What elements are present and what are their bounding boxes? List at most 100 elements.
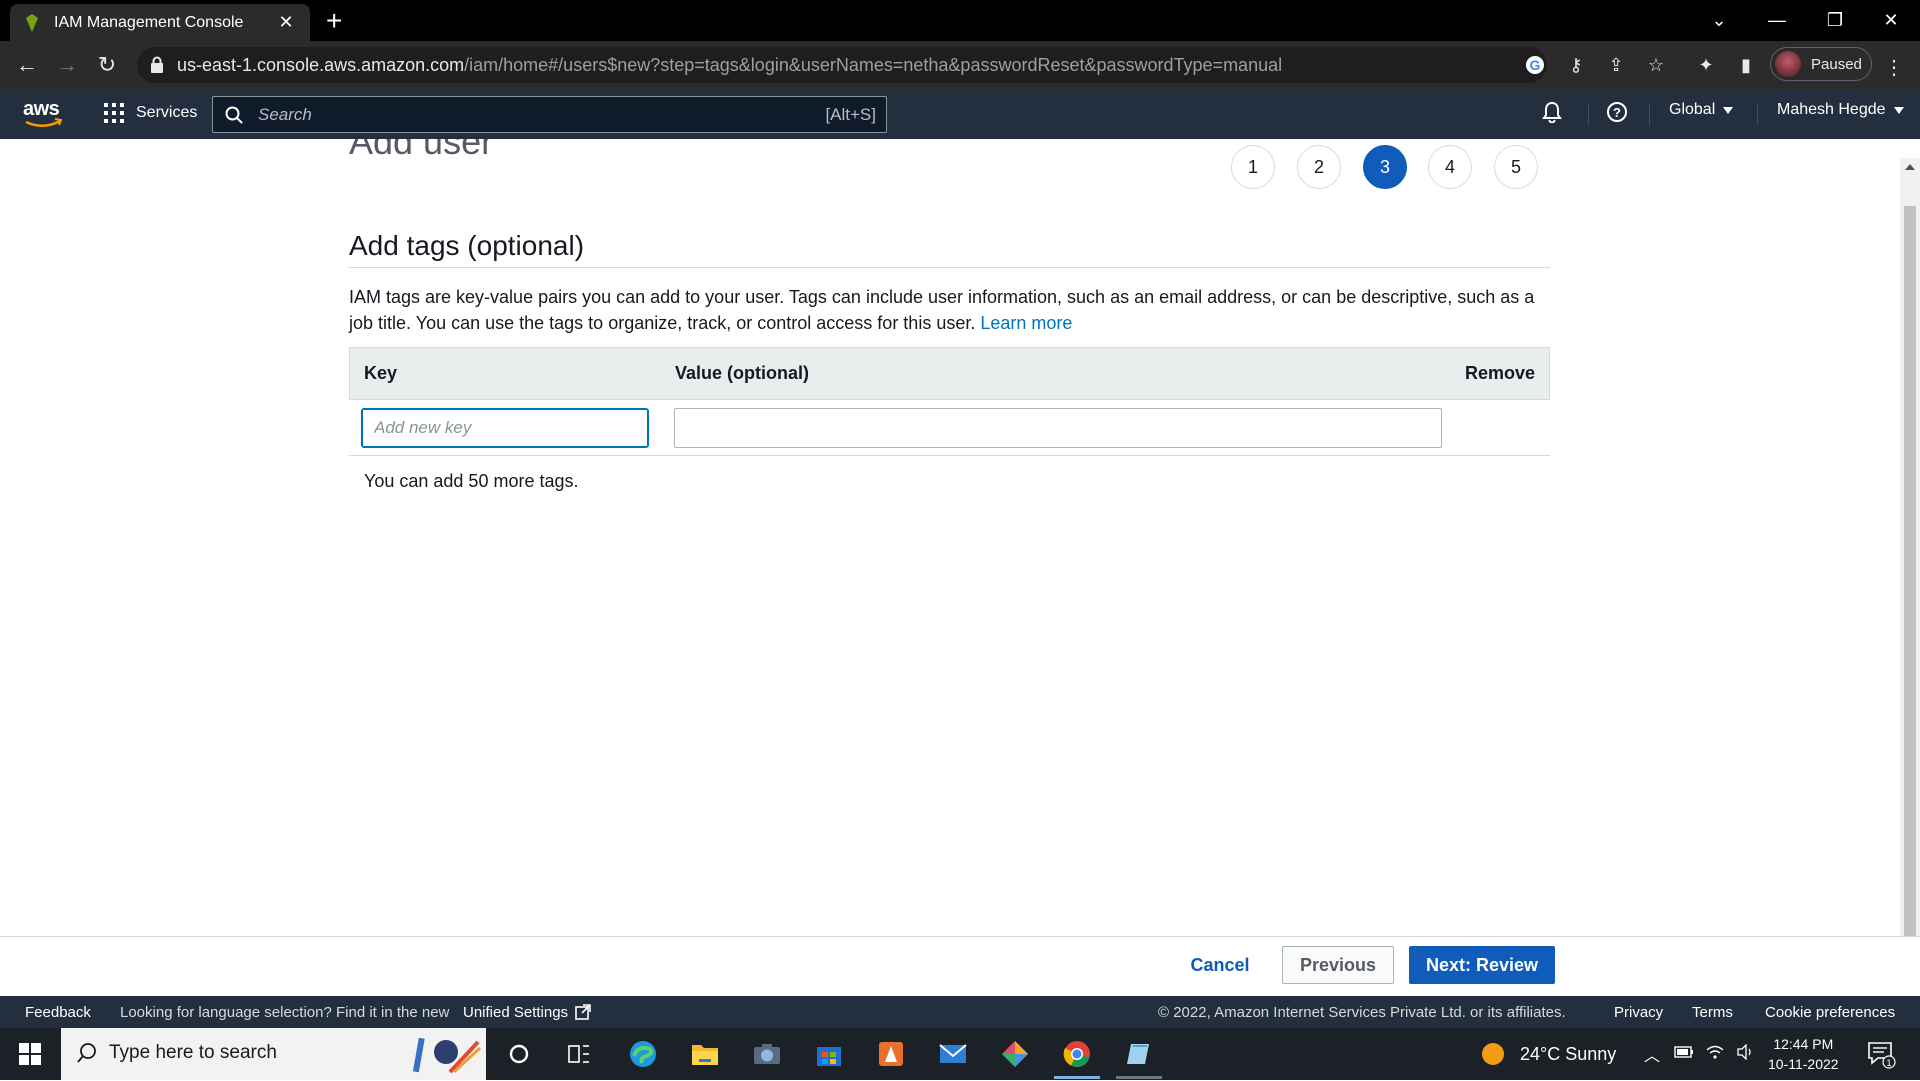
- chevron-up-icon[interactable]: ︿: [1644, 1042, 1660, 1066]
- svg-text:?: ?: [1613, 105, 1621, 120]
- minimize-button[interactable]: —: [1748, 0, 1806, 41]
- tag-key-input[interactable]: [361, 408, 649, 448]
- col-key: Key: [364, 363, 398, 383]
- aws-logo[interactable]: aws: [22, 98, 64, 130]
- wizard-step-4[interactable]: 4: [1428, 145, 1472, 189]
- privacy-link[interactable]: Privacy: [1614, 1004, 1663, 1021]
- extensions-icon[interactable]: ✦: [1694, 53, 1718, 77]
- tray-icons: ︿: [1644, 1028, 1754, 1080]
- tags-description: IAM tags are key-value pairs you can add…: [349, 287, 1535, 333]
- page-title: Add user: [349, 139, 494, 162]
- browser-menu-icon[interactable]: ⋮: [1884, 55, 1904, 80]
- windows-taskbar: Type here to search 24°C Sunny ︿ 12:44 P…: [0, 1028, 1920, 1080]
- scrollbar-thumb[interactable]: [1904, 206, 1916, 936]
- cookie-preferences-link[interactable]: Cookie preferences: [1765, 1004, 1895, 1021]
- language-prompt: Looking for language selection? Find it …: [120, 1004, 450, 1021]
- bookmark-star-icon[interactable]: ☆: [1644, 53, 1668, 77]
- close-tab-icon[interactable]: ✕: [276, 12, 296, 33]
- divider: [349, 267, 1550, 268]
- store-icon[interactable]: [806, 1036, 852, 1072]
- wizard-step-2[interactable]: 2: [1297, 145, 1341, 189]
- windows-start-icon[interactable]: [10, 1038, 50, 1070]
- region-selector[interactable]: Global: [1669, 101, 1734, 119]
- tab-title: IAM Management Console: [54, 13, 244, 31]
- page-scrollbar[interactable]: [1900, 158, 1920, 936]
- wifi-icon[interactable]: [1706, 1044, 1724, 1065]
- cancel-button[interactable]: Cancel: [1178, 946, 1262, 984]
- sun-icon: [1482, 1043, 1504, 1065]
- profile-button[interactable]: Paused: [1770, 47, 1872, 81]
- wizard-step-5[interactable]: 5: [1494, 145, 1538, 189]
- wizard-step-1[interactable]: 1: [1231, 145, 1275, 189]
- edge-icon[interactable]: [620, 1036, 666, 1072]
- search-highlight-icon: [406, 1034, 482, 1081]
- task-view-icon[interactable]: [556, 1036, 602, 1072]
- account-menu[interactable]: Mahesh Hegde: [1777, 101, 1904, 119]
- taskbar-search-input[interactable]: Type here to search: [61, 1028, 486, 1080]
- tag-value-input[interactable]: [674, 408, 1442, 448]
- forward-icon[interactable]: →: [51, 49, 83, 81]
- feedback-link[interactable]: Feedback: [25, 1004, 91, 1021]
- open-app-indicator: [1116, 1076, 1162, 1079]
- copyright-text: © 2022, Amazon Internet Services Private…: [1158, 1004, 1566, 1021]
- table-header: Key Value (optional) Remove: [349, 347, 1550, 400]
- back-icon[interactable]: ←: [11, 49, 43, 81]
- restore-button[interactable]: ❐: [1806, 0, 1864, 41]
- active-app-indicator: [1054, 1076, 1100, 1079]
- clock-time: 12:44 PM: [1773, 1036, 1834, 1052]
- aws-search-input[interactable]: Search [Alt+S]: [212, 96, 887, 133]
- side-panel-icon[interactable]: ▮: [1734, 53, 1758, 77]
- col-remove: Remove: [1464, 363, 1535, 383]
- col-value: Value (optional): [675, 363, 810, 383]
- chrome-icon[interactable]: [1054, 1036, 1100, 1072]
- notepad-icon[interactable]: [1116, 1036, 1162, 1072]
- weather-text: 24°C Sunny: [1520, 1043, 1617, 1064]
- main-content: Add user 1 2 3 4 5 Add tags (optional) I…: [0, 139, 1900, 936]
- volume-icon[interactable]: [1736, 1042, 1754, 1065]
- notifications-bell-icon[interactable]: [1541, 101, 1563, 123]
- nav-divider: [1757, 103, 1758, 125]
- search-icon: [225, 106, 243, 129]
- new-tab-button[interactable]: +: [326, 6, 342, 36]
- scroll-up-icon[interactable]: [1905, 164, 1915, 170]
- learn-more-link[interactable]: Learn more: [980, 313, 1072, 333]
- caret-down-icon: [1893, 106, 1904, 114]
- terms-link[interactable]: Terms: [1692, 1004, 1733, 1021]
- wizard-step-3[interactable]: 3: [1363, 145, 1407, 189]
- nav-divider: [1649, 103, 1650, 125]
- tab-search-icon[interactable]: ⌄: [1690, 0, 1748, 41]
- unified-settings-link[interactable]: Unified Settings: [463, 1004, 592, 1021]
- battery-icon[interactable]: [1674, 1045, 1694, 1063]
- reload-icon[interactable]: ↻: [91, 49, 123, 81]
- remaining-tags-text: You can add 50 more tags.: [364, 471, 579, 491]
- office-icon[interactable]: [868, 1036, 914, 1072]
- system-clock[interactable]: 12:44 PM 10-11-2022: [1768, 1034, 1839, 1074]
- clock-date: 10-11-2022: [1768, 1056, 1839, 1072]
- aws-top-nav: aws Services Search [Alt+S] ? Global Mah…: [0, 89, 1920, 139]
- cortana-icon[interactable]: [496, 1036, 542, 1072]
- file-explorer-icon[interactable]: [682, 1036, 728, 1072]
- notification-center-icon[interactable]: 1: [1866, 1028, 1896, 1080]
- next-review-button[interactable]: Next: Review: [1409, 946, 1555, 984]
- services-menu[interactable]: Services: [104, 103, 197, 123]
- close-window-button[interactable]: ✕: [1862, 0, 1920, 41]
- services-grid-icon: [104, 103, 124, 123]
- browser-toolbar: ← → ↻ us-east-1.console.aws.amazon.com/i…: [0, 41, 1920, 89]
- taskbar-search-placeholder: Type here to search: [109, 1042, 277, 1063]
- key-icon[interactable]: ⚷: [1564, 53, 1588, 77]
- avatar: [1775, 51, 1801, 77]
- previous-button[interactable]: Previous: [1282, 946, 1394, 984]
- console-footer: Feedback Looking for language selection?…: [0, 996, 1920, 1028]
- pinned-app-icon[interactable]: [992, 1036, 1038, 1072]
- camera-icon[interactable]: [744, 1036, 790, 1072]
- share-icon[interactable]: ⇪: [1604, 53, 1628, 77]
- weather-widget[interactable]: 24°C Sunny: [1482, 1028, 1616, 1080]
- services-label: Services: [136, 104, 198, 121]
- browser-tab[interactable]: IAM Management Console ✕: [10, 4, 310, 41]
- wizard-action-bar: Cancel Previous Next: Review: [0, 936, 1920, 996]
- url-text: us-east-1.console.aws.amazon.com/iam/hom…: [177, 55, 1283, 75]
- google-icon[interactable]: G: [1524, 54, 1546, 76]
- help-icon[interactable]: ?: [1606, 101, 1628, 123]
- mail-icon[interactable]: [930, 1036, 976, 1072]
- address-bar[interactable]: us-east-1.console.aws.amazon.com/iam/hom…: [137, 47, 1547, 83]
